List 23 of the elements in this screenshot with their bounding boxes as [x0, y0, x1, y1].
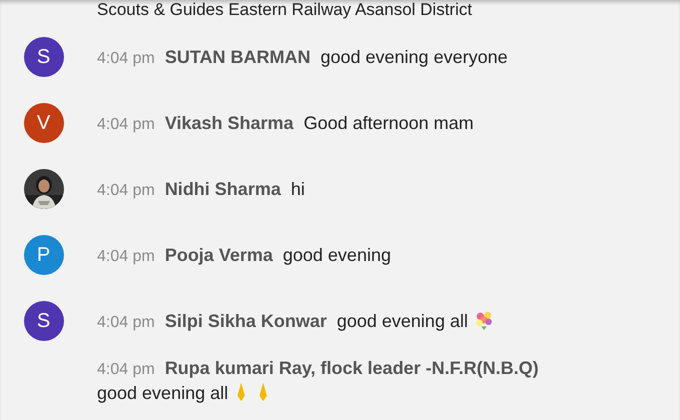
avatar[interactable]: S	[24, 37, 64, 77]
message-text: good evening all	[336, 310, 468, 333]
avatar[interactable]: S	[24, 301, 64, 341]
avatar[interactable]: P	[24, 235, 64, 275]
message-text: good evening all	[97, 382, 228, 404]
author-name[interactable]: Vikash Sharma	[164, 113, 294, 133]
avatar[interactable]: V	[24, 103, 64, 143]
message-time: 4:04 pm	[97, 116, 155, 133]
author-name[interactable]: Rupa kumari Ray, flock leader -N.F.R(N.B.Q)	[164, 358, 539, 378]
author-name[interactable]: Nidhi Sharma	[164, 179, 281, 199]
author-name[interactable]: Pooja Verma	[164, 245, 273, 265]
chat-title: Scouts & Guides Eastern Railway Asansol District	[97, 0, 472, 19]
message-text: Good afternoon mam	[304, 112, 474, 135]
message-time: 4:04 pm	[97, 314, 155, 331]
message-text: good evening everyone	[320, 46, 508, 69]
message-time: 4:04 pm	[97, 361, 155, 378]
message-text: good evening	[282, 244, 391, 267]
message-time: 4:04 pm	[97, 50, 155, 67]
message-time: 4:04 pm	[97, 248, 155, 265]
author-name[interactable]: Silpi Sikha Konwar	[164, 311, 327, 331]
author-name[interactable]: SUTAN BARMAN	[164, 47, 310, 67]
message-text: hi	[290, 178, 305, 201]
message-time: 4:04 pm	[97, 182, 155, 199]
